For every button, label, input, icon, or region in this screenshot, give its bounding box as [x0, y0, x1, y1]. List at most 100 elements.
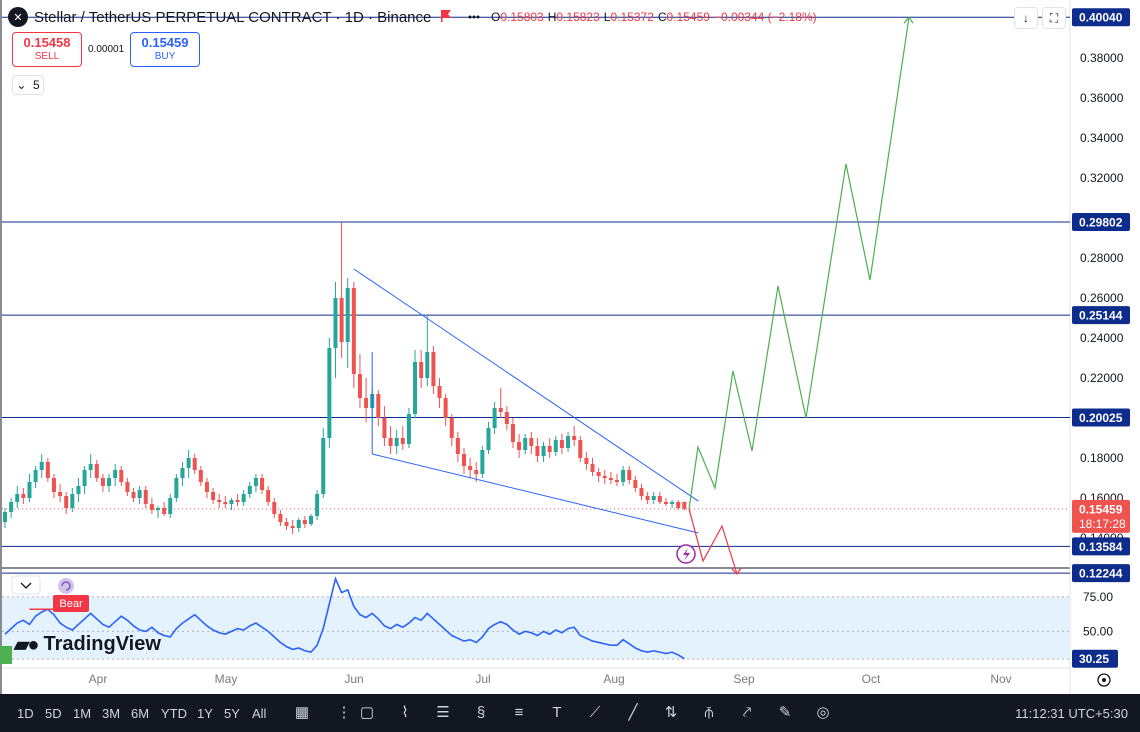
buy-button[interactable]: 0.15459 BUY [130, 32, 200, 67]
timeframe-5y[interactable]: 5Y [224, 706, 240, 721]
timeframe-ytd[interactable]: YTD [161, 706, 187, 721]
candle-body [149, 504, 154, 510]
rsi-tick-label: 75.00 [1083, 590, 1113, 604]
timeframe-1y[interactable]: 1Y [197, 706, 213, 721]
settings-gear-center-icon [1102, 678, 1106, 682]
candle-body [235, 500, 240, 502]
candle-body [21, 494, 26, 498]
brush-tool-icon[interactable]: ⟋ [584, 702, 606, 724]
candle-body [376, 394, 381, 418]
calendar-range-icon[interactable]: ▦ [291, 702, 313, 724]
candle-body [627, 470, 632, 480]
flag-icon[interactable] [438, 8, 454, 24]
timeframe-3m[interactable]: 3M [102, 706, 120, 721]
long-position-icon[interactable]: ⇅ [660, 702, 682, 724]
timeframe-all[interactable]: All [252, 706, 266, 721]
candle-body [425, 352, 430, 378]
ohlc-value: 0.15803 [500, 10, 544, 24]
candle-body [3, 512, 7, 522]
pitchfork-icon[interactable]: ⫚ [698, 702, 720, 724]
price-level-badge: 0.40040 [1072, 8, 1130, 27]
candle-body [266, 490, 271, 502]
price-tick-label: 0.38000 [1080, 51, 1124, 65]
candle-body [168, 498, 173, 514]
candle-body [602, 476, 607, 478]
maximize-icon[interactable]: ⛶ [1042, 7, 1066, 29]
price-tick-label: 0.36000 [1080, 91, 1124, 105]
buy-label: BUY [154, 51, 176, 62]
price-tick-label: 0.34000 [1080, 131, 1124, 145]
sell-label: SELL [34, 51, 60, 62]
rsi-value-badge: 30.25 [1072, 649, 1118, 668]
candle-body [431, 352, 436, 386]
parallel-channel-icon[interactable]: ≡ [508, 702, 530, 724]
candle-body [76, 486, 81, 494]
candle-body [51, 478, 56, 492]
candle-body [413, 362, 418, 414]
candle-body [559, 440, 564, 448]
wave-pattern-icon[interactable]: ⌇ [394, 702, 416, 724]
candle-body [590, 464, 595, 472]
candle-body [82, 470, 87, 486]
candle-body [100, 478, 105, 486]
chevron-down-icon: ⌄ [16, 78, 27, 92]
candle-body [113, 470, 118, 478]
candle-body [253, 478, 258, 486]
candle-body [480, 450, 485, 474]
text-tool-icon[interactable]: T [546, 702, 568, 724]
path-tool-icon[interactable]: ⤤ [736, 702, 758, 724]
ohlc-key: C [657, 10, 667, 24]
candle-body [260, 478, 265, 490]
trendline-tool-icon[interactable]: ╱ [622, 702, 644, 724]
candle-body [88, 464, 93, 470]
fib-levels-icon[interactable]: ☰ [432, 702, 454, 724]
replay-target-icon[interactable]: ◎ [812, 702, 834, 724]
candle-body [608, 478, 613, 480]
candle-body [406, 414, 411, 444]
last-price-text: 0.15459 [1079, 502, 1123, 516]
timeframe-5d[interactable]: 5D [45, 706, 62, 721]
candle-body [535, 446, 540, 456]
sell-button[interactable]: 0.15458 SELL [12, 32, 82, 67]
timeframe-6m[interactable]: 6M [131, 706, 149, 721]
candle-body [27, 482, 32, 498]
rectangle-tool-icon[interactable]: ▢ [356, 702, 378, 724]
candle-body [45, 462, 50, 478]
drag-handle-icon[interactable]: ⋮ [333, 702, 355, 724]
arrow-down-icon[interactable]: ↓ [1014, 7, 1038, 29]
candle-body [400, 438, 405, 444]
ohlc-value: 0.15823 [556, 10, 600, 24]
price-chart[interactable]: Bear 0.380000.360000.340000.320000.30000… [0, 0, 1140, 694]
rsi-collapse-button [11, 575, 41, 595]
position-tool-icon[interactable]: § [470, 702, 492, 724]
ohlc-value: 0.15372 [610, 10, 654, 24]
indicators-toggle[interactable]: ⌄ 5 [12, 75, 44, 95]
candle-body [137, 490, 142, 498]
price-level-badge: 0.20025 [1072, 408, 1130, 427]
candle-body [192, 458, 197, 470]
candle-body [70, 494, 75, 508]
bear-divergence-label: Bear [53, 595, 89, 612]
candle-body [474, 470, 479, 474]
candle-body [633, 480, 638, 488]
pencil-curve-icon[interactable]: ✎ [774, 702, 796, 724]
ohlc-value: 0.15459 [666, 10, 710, 24]
rsi-value-text: 30.25 [1079, 652, 1109, 666]
timeframe-1d[interactable]: 1D [17, 706, 34, 721]
candle-body [523, 438, 528, 450]
more-options-icon[interactable] [466, 9, 482, 25]
candle-body [388, 438, 393, 446]
candle-body [327, 348, 332, 438]
candle-body [443, 398, 448, 418]
rsi-refresh-icon [58, 578, 74, 594]
symbol-header[interactable]: ✕ Stellar / TetherUS PERPETUAL CONTRACT … [8, 6, 431, 28]
candle-body [419, 362, 424, 378]
candle-body [229, 500, 234, 504]
symbol-title: Stellar / TetherUS PERPETUAL CONTRACT · … [34, 8, 432, 26]
rsi-source-badge [0, 646, 12, 664]
clock: 11:12:31 UTC+5:30 [1015, 706, 1128, 721]
candle-body [39, 462, 44, 470]
timeframe-1m[interactable]: 1M [73, 706, 91, 721]
candle-body [492, 408, 497, 428]
ohlc-key: O [491, 10, 501, 24]
